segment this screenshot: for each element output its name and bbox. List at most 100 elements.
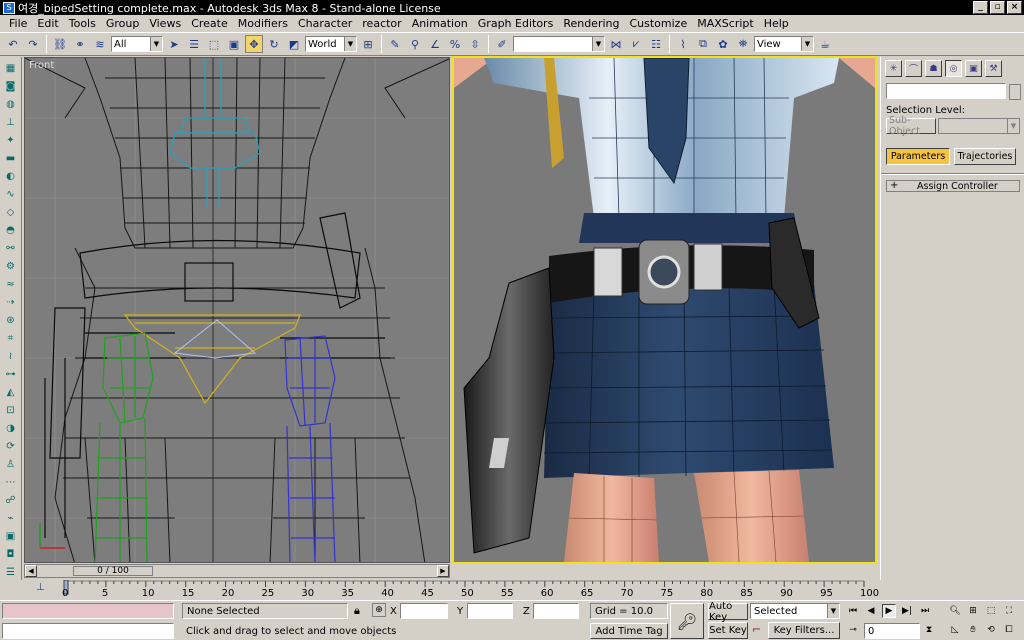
maximize-button[interactable]: ▫ bbox=[990, 1, 1005, 14]
wire-tool-icon[interactable]: ⌁ bbox=[4, 511, 18, 525]
material-editor-icon[interactable]: ✿ bbox=[714, 35, 732, 53]
wave-tool-icon[interactable]: ≈ bbox=[4, 277, 18, 291]
select-manipulate-icon[interactable]: ✎ bbox=[386, 35, 404, 53]
select-object-icon[interactable]: ➤ bbox=[165, 35, 183, 53]
light-tool-icon[interactable]: ◐ bbox=[4, 169, 18, 183]
redo-icon[interactable]: ↷ bbox=[24, 35, 42, 53]
biped-tool-icon[interactable]: ♙ bbox=[4, 457, 18, 471]
spline-tool-icon[interactable]: ∿ bbox=[4, 187, 18, 201]
time-slider-prev-button[interactable]: ◀ bbox=[25, 565, 37, 577]
menu-edit[interactable]: Edit bbox=[32, 17, 63, 30]
menu-maxscript[interactable]: MAXScript bbox=[692, 17, 758, 30]
previous-frame-icon[interactable]: ◀ bbox=[864, 604, 878, 618]
constraint-tool-icon[interactable]: ⊶ bbox=[4, 367, 18, 381]
set-key-button[interactable]: Set Key bbox=[708, 622, 748, 639]
track-bar[interactable]: ⊥ 0 5 10 15 20 25 30 35 40 45 50 55 60 65 70 75 80 85 90 95… bbox=[22, 580, 880, 600]
menu-animation[interactable]: Animation bbox=[407, 17, 473, 30]
menu-views[interactable]: Views bbox=[144, 17, 186, 30]
edit-named-selection-icon[interactable]: ✐ bbox=[493, 35, 511, 53]
key-mode-icon[interactable]: 🔑︎ bbox=[670, 603, 704, 639]
spinner-snap-icon[interactable]: ⇳ bbox=[466, 35, 484, 53]
select-and-link-icon[interactable]: ⛓ bbox=[51, 35, 69, 53]
uv-tool-icon[interactable]: ⊡ bbox=[4, 403, 18, 417]
modify-tab-icon[interactable]: ⌒ bbox=[905, 60, 922, 77]
zoom-icon[interactable]: 🔍︎ bbox=[948, 604, 962, 618]
utilities-tab-icon[interactable]: ⚒ bbox=[985, 60, 1002, 77]
display-tab-icon[interactable]: ▣ bbox=[965, 60, 982, 77]
window-crossing-icon[interactable]: ▣ bbox=[225, 35, 243, 53]
menu-tools[interactable]: Tools bbox=[64, 17, 101, 30]
go-to-start-icon[interactable]: ⏮ bbox=[846, 604, 860, 618]
render-tool-icon[interactable]: ▣ bbox=[4, 529, 18, 543]
bone-tool-icon[interactable]: ⚯ bbox=[4, 241, 18, 255]
curve-editor-icon[interactable]: ⌇ bbox=[674, 35, 692, 53]
menu-create[interactable]: Create bbox=[186, 17, 233, 30]
camera-tool-icon[interactable]: ▬ bbox=[4, 151, 18, 165]
menu-modifiers[interactable]: Modifiers bbox=[233, 17, 293, 30]
next-frame-icon[interactable]: ▶| bbox=[900, 604, 914, 618]
selection-filter-dropdown[interactable]: All ▼ bbox=[111, 36, 163, 52]
physique-tool-icon[interactable]: ⋯ bbox=[4, 475, 18, 489]
morph-tool-icon[interactable]: ⟳ bbox=[4, 439, 18, 453]
field-of-view-icon[interactable]: ◺ bbox=[948, 623, 962, 637]
particles-tool-icon[interactable]: ✦ bbox=[4, 133, 18, 147]
app-icon[interactable]: S bbox=[3, 1, 15, 14]
sphere-tool-icon[interactable]: ◍ bbox=[4, 97, 18, 111]
motion-tab-icon[interactable]: ◎ bbox=[945, 60, 962, 77]
object-name-field[interactable] bbox=[886, 83, 1006, 99]
angle-snap-icon[interactable]: ∠ bbox=[426, 35, 444, 53]
viewport-label[interactable]: Front bbox=[29, 60, 54, 71]
reference-coordinate-dropdown[interactable]: World ▼ bbox=[305, 36, 357, 52]
pivot-center-icon[interactable]: ⊞ bbox=[359, 35, 377, 53]
modifier-tool-icon[interactable]: ◇ bbox=[4, 205, 18, 219]
mirror-icon[interactable]: ⋈ bbox=[607, 35, 625, 53]
schematic-view-icon[interactable]: ⧉ bbox=[694, 35, 712, 53]
zoom-all-icon[interactable]: ⊞ bbox=[966, 604, 980, 618]
parameters-tab[interactable]: Parameters bbox=[886, 148, 950, 165]
cloth-tool-icon[interactable]: ⌗ bbox=[4, 331, 18, 345]
lock-selection-icon[interactable]: 🔒︎ bbox=[354, 604, 360, 618]
layer-manager-icon[interactable]: ☷ bbox=[647, 35, 665, 53]
add-time-tag-button[interactable]: Add Time Tag bbox=[590, 623, 668, 639]
sub-object-dropdown[interactable]: ▼ bbox=[938, 118, 1020, 134]
cylinder-tool-icon[interactable]: ◙ bbox=[4, 79, 18, 93]
quick-render-icon[interactable]: ☕ bbox=[816, 35, 834, 53]
box-tool-icon[interactable]: ▦ bbox=[4, 61, 18, 75]
time-slider-thumb[interactable]: 0 / 100 bbox=[73, 566, 153, 576]
snap-toggle-icon[interactable]: ⚲ bbox=[406, 35, 424, 53]
menu-rendering[interactable]: Rendering bbox=[558, 17, 624, 30]
helper-tool-icon[interactable]: ⊥ bbox=[4, 115, 18, 129]
front-viewport[interactable]: Front bbox=[24, 57, 450, 563]
x-coordinate-field[interactable] bbox=[400, 603, 448, 619]
skin-tool-icon[interactable]: ◑ bbox=[4, 421, 18, 435]
menu-customize[interactable]: Customize bbox=[624, 17, 692, 30]
bind-space-warp-icon[interactable]: ≋ bbox=[91, 35, 109, 53]
zoom-extents-icon[interactable]: ⬚ bbox=[984, 604, 998, 618]
assign-controller-rollout[interactable]: + Assign Controller bbox=[886, 180, 1020, 192]
time-slider[interactable]: ◀ 0 / 100 ▶ bbox=[24, 564, 450, 578]
absolute-mode-transform-icon[interactable]: ⊕ bbox=[372, 603, 386, 617]
time-slider-next-button[interactable]: ▶ bbox=[437, 565, 449, 577]
y-coordinate-field[interactable] bbox=[467, 603, 513, 619]
key-selection-dropdown[interactable]: Selected ▼ bbox=[750, 603, 840, 619]
trajectories-tab[interactable]: Trajectories bbox=[954, 148, 1016, 165]
menu-file[interactable]: File bbox=[4, 17, 32, 30]
align-icon[interactable]: ⩗ bbox=[627, 35, 645, 53]
pan-hand-icon[interactable]: ✋︎ bbox=[966, 623, 980, 637]
zoom-extents-all-icon[interactable]: ⛶ bbox=[1002, 604, 1016, 618]
material-tool-icon[interactable]: ◓ bbox=[4, 223, 18, 237]
named-selection-dropdown[interactable]: ▼ bbox=[513, 36, 605, 52]
go-to-end-icon[interactable]: ⏭ bbox=[918, 604, 932, 618]
select-by-name-icon[interactable]: ☰ bbox=[185, 35, 203, 53]
maxscript-listener-field[interactable] bbox=[2, 603, 174, 619]
default-in-out-tangent-icon[interactable]: ⌐ bbox=[752, 623, 761, 636]
list-tool-icon[interactable]: ☰ bbox=[4, 565, 18, 579]
select-and-scale-icon[interactable]: ◩ bbox=[285, 35, 303, 53]
dynamics-tool-icon[interactable]: ☍ bbox=[4, 493, 18, 507]
key-filters-button[interactable]: Key Filters... bbox=[768, 622, 840, 639]
gear-icon[interactable]: ⚙ bbox=[4, 259, 18, 273]
sub-object-button[interactable]: Sub-Object bbox=[886, 115, 936, 137]
object-color-swatch[interactable] bbox=[1009, 84, 1021, 100]
arc-rotate-icon[interactable]: ⟲ bbox=[984, 623, 998, 637]
maxscript-output-field[interactable] bbox=[2, 623, 174, 639]
